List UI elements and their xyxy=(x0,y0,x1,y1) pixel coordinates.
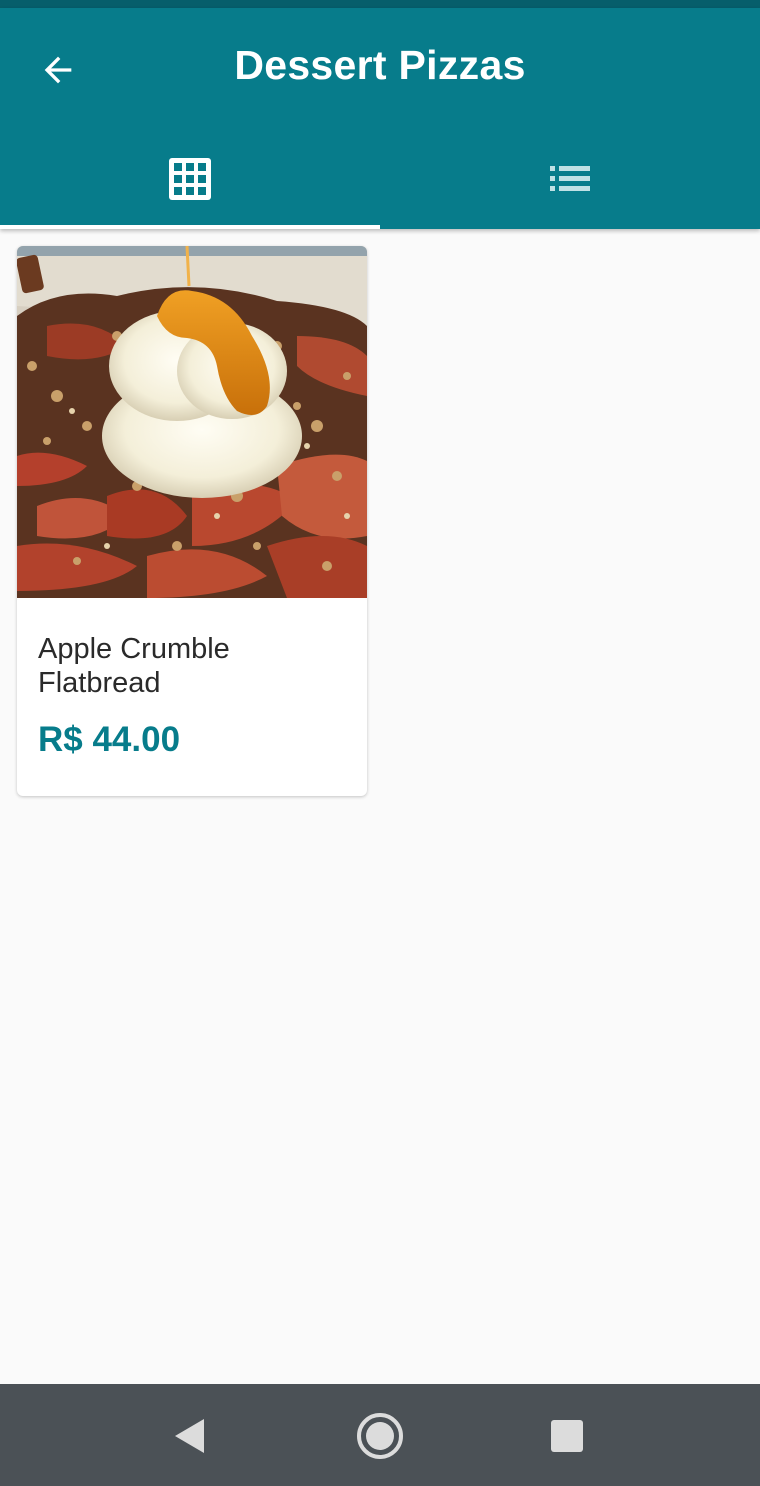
status-bar xyxy=(0,0,760,8)
page-title: Dessert Pizzas xyxy=(234,42,526,88)
nav-back-icon xyxy=(175,1419,204,1453)
tab-indicator xyxy=(0,225,380,229)
system-back-button[interactable] xyxy=(161,1408,217,1464)
product-card[interactable]: Apple Crumble Flatbread R$ 44.00 xyxy=(17,246,367,796)
system-home-button[interactable] xyxy=(352,1408,408,1464)
product-price: R$ 44.00 xyxy=(38,720,181,759)
system-navigation-bar xyxy=(0,1384,760,1486)
system-recents-button[interactable] xyxy=(539,1408,595,1464)
tab-list-view[interactable] xyxy=(380,128,760,229)
product-name: Apple Crumble Flatbread xyxy=(38,633,230,699)
nav-recents-icon xyxy=(551,1420,583,1452)
apple-crumble-flatbread-photo xyxy=(17,246,367,598)
grid-view-icon xyxy=(169,157,211,200)
list-view-icon xyxy=(550,165,590,191)
tab-grid-view[interactable] xyxy=(0,128,380,229)
nav-home-icon xyxy=(357,1413,403,1459)
app-bar: Dessert Pizzas xyxy=(0,8,760,229)
